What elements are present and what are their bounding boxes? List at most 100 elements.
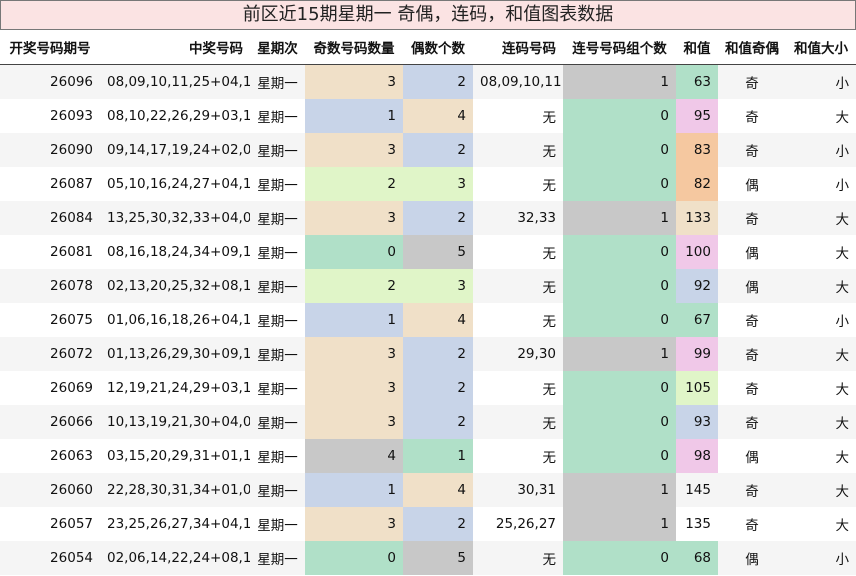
table-row: 26087 05,10,16,24,27+04,10 星期一 2 3 无 0 82 偶 小 xyxy=(0,167,856,201)
cell-sum: 63 xyxy=(676,64,718,99)
cell-sum: 145 xyxy=(685,482,711,498)
table-row: 26054 02,06,14,22,24+08,11 星期一 0 5 无 0 68 偶小 xyxy=(0,541,856,575)
cell-consecutive: 32,33 xyxy=(517,210,556,226)
cell-sum: 100 xyxy=(676,235,718,269)
col-header-day: 星期次 xyxy=(250,30,305,65)
cell-even-count: 4 xyxy=(403,99,473,133)
cell-numbers: 08,16,18,24,34+09,12 xyxy=(107,244,250,260)
cell-sum-parity: 奇 xyxy=(745,348,759,364)
cell-sum: 99 xyxy=(676,337,718,371)
cell-even-count: 3 xyxy=(403,269,473,303)
col-header-consecutive-groups: 连号号码组个数 xyxy=(563,30,676,65)
cell-sum: 92 xyxy=(676,269,718,303)
cell-consecutive-groups: 0 xyxy=(563,371,676,405)
cell-sum-parity: 偶 xyxy=(745,552,759,568)
cell-day: 星期一 xyxy=(257,178,298,194)
cell-numbers: 22,28,30,31,34+01,05 xyxy=(107,482,250,498)
cell-consecutive: 29,30 xyxy=(517,346,556,362)
cell-numbers: 01,13,26,29,30+09,11 xyxy=(107,346,250,362)
cell-consecutive: 无 xyxy=(542,382,557,398)
cell-sum-size: 小 xyxy=(835,314,850,330)
cell-odd-count: 3 xyxy=(305,507,403,541)
cell-sum-parity: 奇 xyxy=(745,76,759,92)
cell-day: 星期一 xyxy=(257,314,298,330)
table-row: 26063 03,15,20,29,31+01,12 星期一 4 1 无 0 98 偶 大 xyxy=(0,439,856,473)
cell-sum-parity: 奇 xyxy=(745,484,759,500)
cell-numbers: 12,19,21,24,29+03,10 xyxy=(107,380,250,396)
cell-sum-size: 小 xyxy=(835,552,850,568)
data-table: 开奖号码期号 中奖号码 星期次 奇数号码数量 偶数个数 连码号码 连号号码组个数… xyxy=(0,30,856,575)
cell-sum: 68 xyxy=(676,541,718,575)
cell-odd-count: 0 xyxy=(305,541,403,575)
cell-sum: 93 xyxy=(676,405,718,439)
cell-issue: 26069 xyxy=(50,380,93,396)
cell-numbers: 02,06,14,22,24+08,11 xyxy=(107,550,250,566)
cell-odd-count: 3 xyxy=(305,64,403,99)
col-header-sum-size: 和值大小 xyxy=(786,30,856,65)
table-row: 26057 23,25,26,27,34+04,10 星期一 3 2 25,26,27 1 1… xyxy=(0,507,856,541)
cell-issue: 26081 xyxy=(50,244,93,260)
cell-issue: 26075 xyxy=(50,312,93,328)
table-row: 26069 12,19,21,24,29+03,10 星期一 3 2 无 0 105 奇 大 xyxy=(0,371,856,405)
cell-even-count: 3 xyxy=(403,167,473,201)
cell-day: 星期一 xyxy=(257,416,298,432)
table-row: 26090 09,14,17,19,24+02,09 星期一 3 2 无 0 83 奇 小 xyxy=(0,133,856,167)
cell-numbers: 05,10,16,24,27+04,10 xyxy=(107,176,250,192)
cell-consecutive: 无 xyxy=(542,144,557,160)
cell-consecutive-groups: 0 xyxy=(563,405,676,439)
cell-consecutive-groups: 0 xyxy=(563,303,676,337)
header-row: 开奖号码期号 中奖号码 星期次 奇数号码数量 偶数个数 连码号码 连号号码组个数… xyxy=(0,30,856,65)
cell-even-count: 4 xyxy=(403,303,473,337)
table-row: 26075 01,06,16,18,26+04,10 星期一 1 4 无 0 67 奇 小 xyxy=(0,303,856,337)
cell-odd-count: 4 xyxy=(305,439,403,473)
cell-even-count: 5 xyxy=(403,235,473,269)
cell-consecutive-groups: 1 xyxy=(563,64,676,99)
cell-sum-size: 大 xyxy=(835,382,850,398)
cell-numbers: 01,06,16,18,26+04,10 xyxy=(107,312,250,328)
cell-issue: 26090 xyxy=(50,142,93,158)
cell-day: 星期一 xyxy=(257,348,298,364)
cell-sum-size: 大 xyxy=(835,348,850,364)
cell-consecutive: 25,26,27 xyxy=(495,516,556,532)
col-header-sum-parity: 和值奇偶 xyxy=(718,30,786,65)
cell-numbers: 09,14,17,19,24+02,09 xyxy=(107,142,250,158)
cell-even-count: 2 xyxy=(403,133,473,167)
cell-numbers: 13,25,30,32,33+04,05 xyxy=(107,210,250,226)
cell-day: 星期一 xyxy=(257,382,298,398)
cell-day: 星期一 xyxy=(257,450,298,466)
cell-consecutive: 无 xyxy=(542,110,557,126)
cell-sum-size: 大 xyxy=(835,450,850,466)
cell-sum-parity: 奇 xyxy=(745,314,759,330)
cell-consecutive-groups: 0 xyxy=(563,99,676,133)
cell-consecutive-groups: 1 xyxy=(563,201,676,235)
cell-consecutive-groups: 1 xyxy=(563,507,676,541)
cell-consecutive-groups: 1 xyxy=(563,473,676,507)
cell-odd-count: 2 xyxy=(305,269,403,303)
cell-consecutive-groups: 0 xyxy=(563,133,676,167)
cell-sum-size: 大 xyxy=(835,280,850,296)
table-row: 26078 02,13,20,25,32+08,11 星期一 2 3 无 0 92 偶 大 xyxy=(0,269,856,303)
cell-sum: 98 xyxy=(676,439,718,473)
cell-odd-count: 3 xyxy=(305,201,403,235)
cell-even-count: 2 xyxy=(403,371,473,405)
cell-day: 星期一 xyxy=(257,280,298,296)
cell-consecutive-groups: 0 xyxy=(563,269,676,303)
cell-odd-count: 1 xyxy=(305,473,403,507)
cell-sum-size: 大 xyxy=(835,110,850,126)
cell-consecutive: 无 xyxy=(542,552,557,568)
col-header-consecutive: 连码号码 xyxy=(473,30,563,65)
cell-issue: 26060 xyxy=(50,482,93,498)
cell-numbers: 08,09,10,11,25+04,12 xyxy=(107,74,250,90)
cell-sum-size: 大 xyxy=(835,212,850,228)
cell-odd-count: 2 xyxy=(305,167,403,201)
cell-issue: 26066 xyxy=(50,414,93,430)
cell-consecutive-groups: 0 xyxy=(563,541,676,575)
cell-day: 星期一 xyxy=(257,212,298,228)
cell-day: 星期一 xyxy=(257,518,298,534)
cell-issue: 26057 xyxy=(50,516,93,532)
cell-even-count: 1 xyxy=(403,439,473,473)
table-row: 26081 08,16,18,24,34+09,12 星期一 0 5 无 0 100 偶大 xyxy=(0,235,856,269)
cell-issue: 26084 xyxy=(50,210,93,226)
table-row: 26084 13,25,30,32,33+04,05 星期一 3 2 32,33 1 133 奇… xyxy=(0,201,856,235)
col-header-numbers: 中奖号码 xyxy=(100,30,250,65)
